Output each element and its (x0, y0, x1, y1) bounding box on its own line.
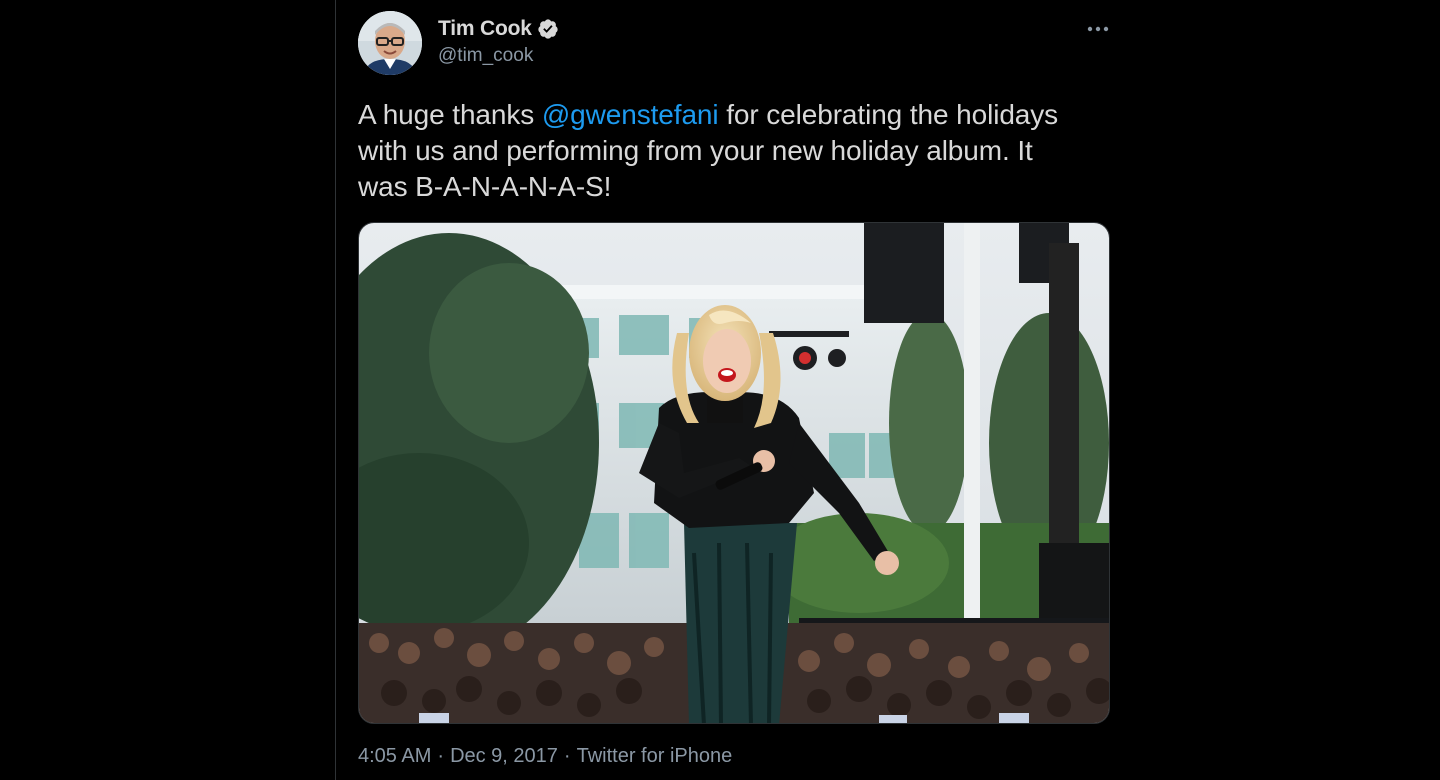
author-handle[interactable]: @tim_cook (438, 45, 559, 67)
author-display-name[interactable]: Tim Cook (438, 17, 532, 41)
meta-separator: · (563, 745, 571, 767)
tweet-header: Tim Cook @tim_cook (358, 11, 1110, 77)
tweet-source[interactable]: Twitter for iPhone (577, 745, 733, 767)
timeline-divider (335, 0, 336, 780)
name-row: Tim Cook (438, 15, 559, 43)
tweet-text: A huge thanks @gwenstefani for celebrati… (358, 97, 1078, 205)
tweet-meta: 4:05 AM · Dec 9, 2017 · Twitter for iPhone (358, 745, 732, 768)
tweet-time[interactable]: 4:05 AM (358, 745, 431, 767)
avatar-photo-icon (358, 11, 422, 75)
author-block: Tim Cook @tim_cook (438, 15, 559, 67)
mention-link[interactable]: @gwenstefani (542, 99, 719, 130)
more-options-button[interactable] (1086, 17, 1110, 41)
verified-badge-icon (537, 18, 559, 40)
tweet-date[interactable]: Dec 9, 2017 (450, 745, 558, 767)
tweet: Tim Cook @tim_cook A huge thanks @gwenst… (358, 0, 1110, 780)
tweet-text-prefix: A huge thanks (358, 99, 542, 130)
tweet-photo[interactable] (358, 222, 1110, 724)
author-avatar[interactable] (358, 11, 422, 75)
performer-photo-icon (359, 223, 1109, 723)
meta-separator: · (437, 745, 445, 767)
more-horizontal-icon (1087, 26, 1109, 32)
